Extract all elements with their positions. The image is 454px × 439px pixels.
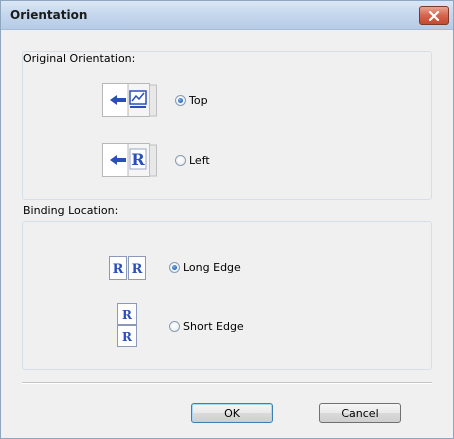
- ok-button[interactable]: OK: [191, 403, 273, 423]
- svg-text:R: R: [122, 330, 133, 344]
- top-radio[interactable]: [175, 95, 186, 106]
- orientation-dialog: Orientation Original Orientation: Top R …: [0, 0, 454, 439]
- short-edge-radio[interactable]: [169, 321, 180, 332]
- dialog-body: Original Orientation: Top R Left Binding…: [9, 37, 445, 430]
- binding-location-label: Binding Location:: [23, 204, 119, 217]
- separator: [22, 382, 432, 384]
- svg-text:R: R: [122, 308, 133, 322]
- long-edge-label[interactable]: Long Edge: [183, 261, 241, 274]
- short-edge-label[interactable]: Short Edge: [183, 320, 244, 333]
- cancel-button[interactable]: Cancel: [319, 403, 401, 423]
- left-label[interactable]: Left: [189, 154, 210, 167]
- svg-text:R: R: [132, 262, 143, 277]
- svg-text:R: R: [113, 262, 124, 277]
- close-button[interactable]: [419, 6, 449, 25]
- left-radio[interactable]: [175, 155, 186, 166]
- svg-text:R: R: [131, 150, 145, 169]
- arrow-r-page-icon: R: [102, 143, 158, 180]
- two-pages-side-by-side-icon: R R: [109, 256, 147, 283]
- original-orientation-group: [22, 51, 432, 200]
- original-orientation-label: Original Orientation:: [23, 52, 136, 65]
- close-icon: [428, 10, 440, 21]
- title-bar[interactable]: Orientation: [1, 1, 453, 30]
- top-label[interactable]: Top: [189, 94, 208, 107]
- two-pages-stacked-icon: R R: [117, 303, 139, 350]
- long-edge-radio[interactable]: [169, 262, 180, 273]
- binding-location-group: [22, 221, 432, 370]
- arrow-chart-page-icon: [102, 83, 158, 120]
- window-title: Orientation: [10, 8, 88, 22]
